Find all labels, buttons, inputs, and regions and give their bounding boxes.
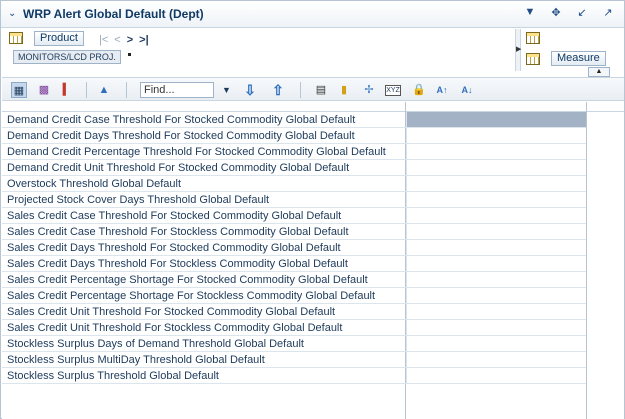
chart-table-view-icon[interactable]: ▩ [36,82,52,98]
table-row: Sales Credit Unit Threshold For Stocked … [2,304,586,320]
table-row: Demand Credit Unit Threshold For Stocked… [2,160,586,176]
row-header-label[interactable]: Demand Credit Percentage Threshold For S… [7,146,386,159]
row-header-label[interactable]: Overstock Threshold Global Default [7,178,181,191]
measure-grid-icon[interactable] [526,53,540,65]
value-cell[interactable] [406,320,586,335]
table-row: Demand Credit Percentage Threshold For S… [2,144,586,160]
row-header-label[interactable]: Demand Credit Days Threshold For Stocked… [7,130,355,143]
next-page-icon[interactable]: > [127,34,133,46]
find-next-icon[interactable]: ⇩ [242,82,258,98]
row-header-label[interactable]: Sales Credit Case Threshold For Stocked … [7,210,341,223]
value-cell[interactable] [406,176,586,191]
xyz-icon[interactable]: XYZ [385,85,401,96]
value-cell[interactable] [406,160,586,175]
column-edge-grid-icon[interactable] [526,32,540,44]
minimize-icon[interactable]: ↙ [576,6,588,19]
last-page-icon[interactable]: >| [139,34,149,46]
row-header-label[interactable]: Projected Stock Cover Days Threshold Glo… [7,194,269,207]
member-navigation: |< < > >| [99,34,149,46]
find-dropdown-icon[interactable]: ▼ [222,82,231,98]
edge-splitter[interactable]: ▶ [515,29,521,71]
view-panel: ⌄ WRP Alert Global Default (Dept) ▼ ✥ ↙ … [0,0,625,419]
row-header-label[interactable]: Demand Credit Case Threshold For Stocked… [7,114,355,127]
column-end-divider [586,102,587,419]
previous-page-icon[interactable]: < [114,34,120,46]
value-cell[interactable] [406,272,586,287]
value-cell[interactable] [406,336,586,351]
row-header-label[interactable]: Stockless Surplus Threshold Global Defau… [7,370,219,383]
value-cell[interactable] [406,368,586,383]
table-row: Sales Credit Days Threshold For Stocked … [2,240,586,256]
product-dimension-tile[interactable]: Product [34,31,84,46]
move-icon[interactable]: ✥ [550,6,562,19]
table-row: Stockless Surplus MultiDay Threshold Glo… [2,352,586,368]
member-marker [128,53,131,56]
measure-dimension-tile[interactable]: Measure [551,51,606,66]
maximize-icon[interactable]: ↗ [602,6,614,19]
table-row: Sales Credit Unit Threshold For Stockles… [2,320,586,336]
table-rows: Demand Credit Case Threshold For Stocked… [2,112,586,384]
menu-dropdown-icon[interactable]: ▼ [524,6,536,19]
toolbar-separator [300,82,301,98]
table-view-icon[interactable]: ▦ [11,82,27,98]
header-actions: ▼ ✥ ↙ ↗ [524,6,614,19]
row-edge-grid-icon[interactable] [9,32,23,44]
value-cell[interactable] [406,240,586,255]
table-row: Overstock Threshold Global Default [2,176,586,192]
value-cell[interactable] [406,256,586,271]
value-cell[interactable] [406,304,586,319]
row-header-label[interactable]: Stockless Surplus Days of Demand Thresho… [7,338,304,351]
value-cell[interactable] [406,352,586,367]
find-previous-icon[interactable]: ⇧ [270,82,286,98]
table-row: Projected Stock Cover Days Threshold Glo… [2,192,586,208]
value-cell[interactable] [406,224,586,239]
collapse-icon[interactable]: ⌄ [8,8,20,20]
row-header-label[interactable]: Sales Credit Days Threshold For Stockles… [7,258,348,271]
find-input[interactable]: Find... [140,82,214,98]
export-icon[interactable]: ▤ [313,82,329,98]
bar-chart-icon[interactable]: ▍ [59,82,75,98]
value-cell[interactable] [406,288,586,303]
value-cell[interactable] [406,192,586,207]
highlight-icon[interactable]: ▮ [336,82,352,98]
row-header-label[interactable]: Sales Credit Percentage Shortage For Sto… [7,290,375,303]
value-cell[interactable] [406,208,586,223]
collapse-edge-icon[interactable]: ▲ [588,67,610,77]
selected-member-tile[interactable]: MONITORS/LCD PROJ. [13,50,121,64]
row-header-label[interactable]: Sales Credit Unit Threshold For Stockles… [7,322,342,335]
view-toolbar: ▦ ▩ ▍ ▲ Find... ▼ ⇩ ⇧ ▤ ▮ ✢ XYZ 🔒 A↑ A↓ [2,77,624,101]
table-row: Demand Credit Case Threshold For Stocked… [2,112,586,128]
value-cell[interactable] [406,144,586,159]
row-header-label[interactable]: Sales Credit Case Threshold For Stockles… [7,226,349,239]
table-row: Sales Credit Case Threshold For Stocked … [2,208,586,224]
panel-header: ⌄ WRP Alert Global Default (Dept) ▼ ✥ ↙ … [1,1,624,28]
sort-ascending-icon[interactable]: A↑ [434,82,450,98]
table-row: Sales Credit Percentage Shortage For Sto… [2,272,586,288]
value-cell[interactable] [406,128,586,143]
table-row: Stockless Surplus Days of Demand Thresho… [2,336,586,352]
table-row: Sales Credit Percentage Shortage For Sto… [2,288,586,304]
row-header-label[interactable]: Sales Credit Percentage Shortage For Sto… [7,274,368,287]
row-header-label[interactable]: Demand Credit Unit Threshold For Stocked… [7,162,349,175]
value-cell[interactable] [406,112,586,127]
row-header-label[interactable]: Stockless Surplus MultiDay Threshold Glo… [7,354,265,367]
table-row: Demand Credit Days Threshold For Stocked… [2,128,586,144]
table-row: Sales Credit Case Threshold For Stockles… [2,224,586,240]
split-view-icon[interactable]: ✢ [361,82,377,98]
table-row: Stockless Surplus Threshold Global Defau… [2,368,586,384]
area-chart-icon[interactable]: ▲ [96,82,112,98]
first-page-icon[interactable]: |< [99,34,108,46]
panel-title: WRP Alert Global Default (Dept) [23,7,204,21]
toolbar-separator [86,82,87,98]
data-table: Demand Credit Case Threshold For Stocked… [2,102,624,419]
lock-icon[interactable]: 🔒 [411,82,427,98]
toolbar-separator [126,82,127,98]
row-header-label[interactable]: Sales Credit Unit Threshold For Stocked … [7,306,335,319]
row-header-label[interactable]: Sales Credit Days Threshold For Stocked … [7,242,341,255]
splitter-arrow-icon[interactable]: ▶ [516,45,521,53]
table-row: Sales Credit Days Threshold For Stockles… [2,256,586,272]
sort-descending-icon[interactable]: A↓ [459,82,475,98]
